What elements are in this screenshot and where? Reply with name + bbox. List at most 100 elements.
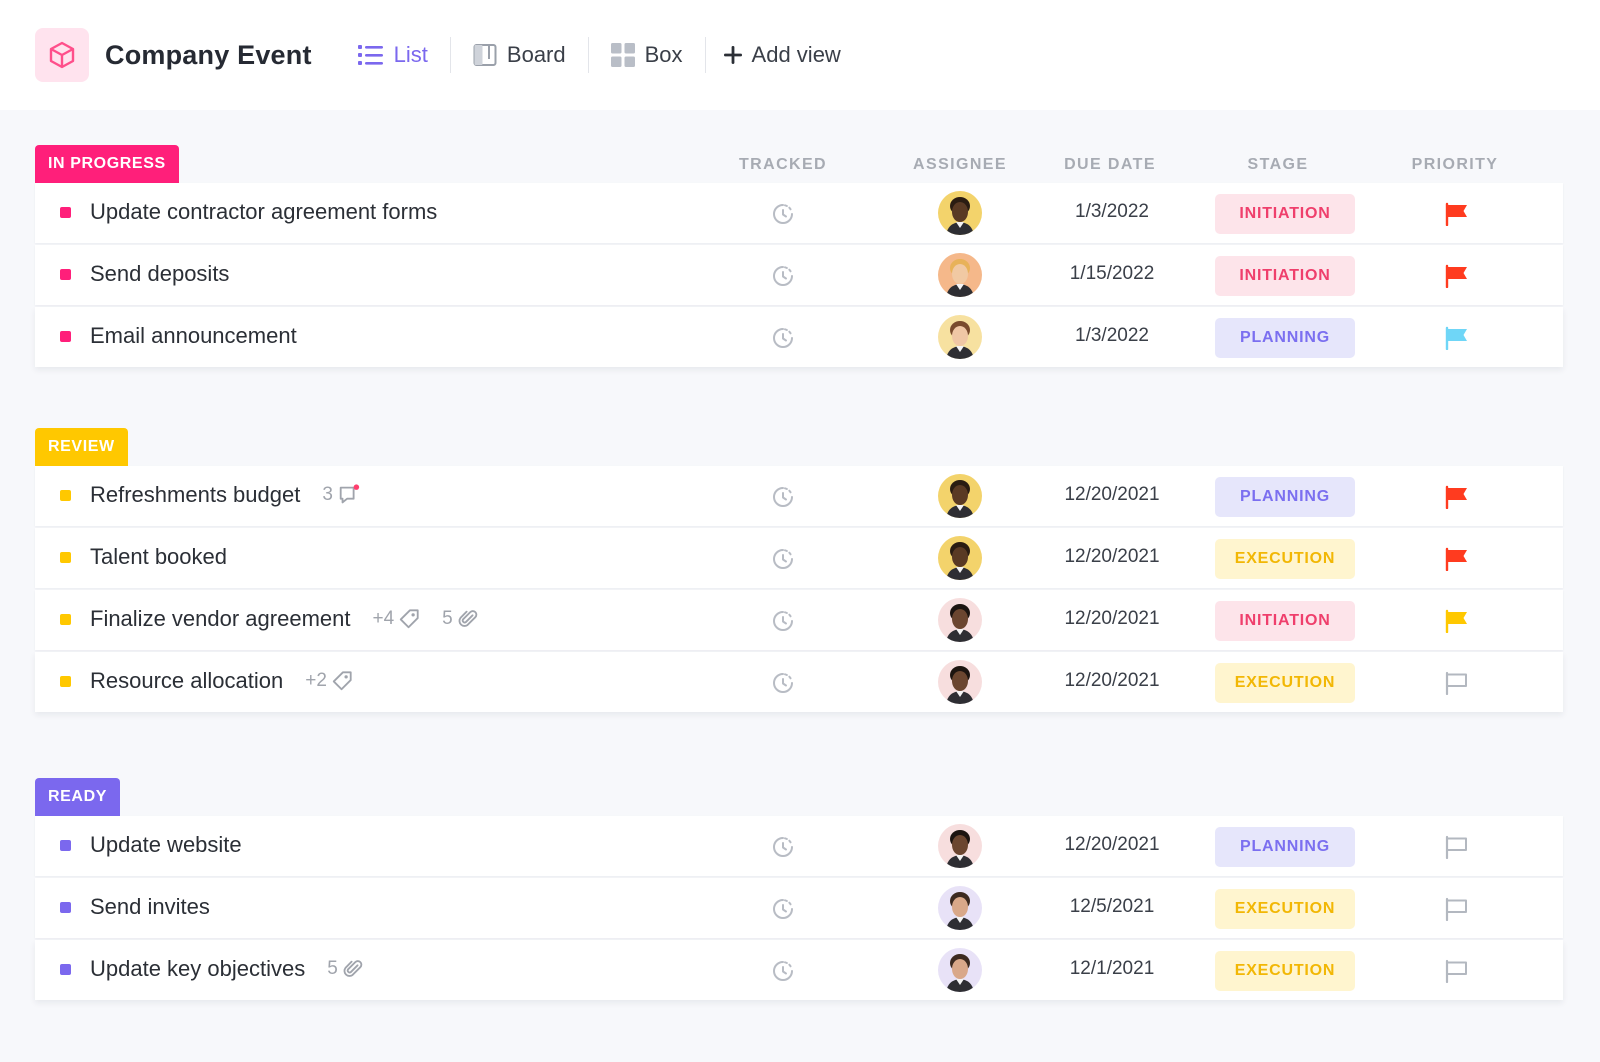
task-name[interactable]: Update key objectives bbox=[90, 956, 305, 982]
time-tracker-button[interactable] bbox=[771, 835, 795, 864]
due-date[interactable]: 12/1/2021 bbox=[1070, 958, 1155, 980]
table-row[interactable]: Finalize vendor agreement +4 5 12/20/2021 I… bbox=[35, 590, 1563, 650]
stage-badge[interactable]: EXECUTION bbox=[1215, 889, 1355, 929]
avatar[interactable] bbox=[938, 660, 982, 704]
stage-badge[interactable]: EXECUTION bbox=[1215, 951, 1355, 991]
table-row[interactable]: Talent booked 12/20/2021 EXECUTION bbox=[35, 528, 1563, 588]
task-name-cell[interactable]: Update key objectives 5 bbox=[90, 956, 364, 982]
column-header-stage[interactable]: STAGE bbox=[1248, 156, 1309, 174]
task-name-cell[interactable]: Refreshments budget 3 bbox=[90, 482, 361, 508]
task-name[interactable]: Send deposits bbox=[90, 261, 229, 287]
attachment-count[interactable]: 5 bbox=[327, 958, 364, 980]
priority-flag[interactable] bbox=[1444, 547, 1470, 576]
avatar[interactable] bbox=[938, 315, 982, 359]
stage-badge[interactable]: INITIATION bbox=[1215, 194, 1355, 234]
status-bullet[interactable] bbox=[60, 207, 71, 218]
status-bullet[interactable] bbox=[60, 840, 71, 851]
column-header-assignee[interactable]: ASSIGNEE bbox=[913, 156, 1007, 174]
status-bullet[interactable] bbox=[60, 902, 71, 913]
tag-count[interactable]: +4 bbox=[372, 608, 420, 630]
priority-flag[interactable] bbox=[1444, 202, 1470, 231]
avatar[interactable] bbox=[938, 253, 982, 297]
avatar[interactable] bbox=[938, 474, 982, 518]
table-row[interactable]: Send invites 12/5/2021 EXECUTION bbox=[35, 878, 1563, 938]
avatar[interactable] bbox=[938, 191, 982, 235]
time-tracker-button[interactable] bbox=[771, 202, 795, 231]
table-row[interactable]: Send deposits 1/15/2022 INITIATION bbox=[35, 245, 1563, 305]
column-header-priority[interactable]: PRIORITY bbox=[1412, 156, 1499, 174]
task-name-cell[interactable]: Send deposits bbox=[90, 261, 229, 287]
task-name[interactable]: Talent booked bbox=[90, 544, 227, 570]
priority-flag[interactable] bbox=[1444, 326, 1470, 355]
table-row[interactable]: Refreshments budget 3 12/20/2021 PLANNING bbox=[35, 466, 1563, 526]
status-bullet[interactable] bbox=[60, 269, 71, 280]
task-name[interactable]: Finalize vendor agreement bbox=[90, 606, 350, 632]
status-bullet[interactable] bbox=[60, 331, 71, 342]
time-tracker-button[interactable] bbox=[771, 959, 795, 988]
status-badge[interactable]: READY bbox=[35, 778, 121, 816]
status-bullet[interactable] bbox=[60, 614, 71, 625]
avatar[interactable] bbox=[938, 824, 982, 868]
task-name-cell[interactable]: Talent booked bbox=[90, 544, 227, 570]
priority-flag[interactable] bbox=[1444, 485, 1470, 514]
task-name-cell[interactable]: Finalize vendor agreement +4 5 bbox=[90, 606, 479, 632]
avatar[interactable] bbox=[938, 886, 982, 930]
priority-flag[interactable] bbox=[1444, 835, 1470, 864]
due-date[interactable]: 12/20/2021 bbox=[1064, 608, 1159, 630]
priority-flag[interactable] bbox=[1444, 959, 1470, 988]
column-header-due-date[interactable]: DUE DATE bbox=[1064, 156, 1156, 174]
task-name-cell[interactable]: Email announcement bbox=[90, 323, 297, 349]
stage-badge[interactable]: INITIATION bbox=[1215, 256, 1355, 296]
comment-count[interactable]: 3 bbox=[322, 483, 361, 507]
due-date[interactable]: 12/20/2021 bbox=[1064, 834, 1159, 856]
due-date[interactable]: 12/20/2021 bbox=[1064, 670, 1159, 692]
stage-badge[interactable]: PLANNING bbox=[1215, 318, 1355, 358]
status-bullet[interactable] bbox=[60, 552, 71, 563]
task-name-cell[interactable]: Send invites bbox=[90, 894, 210, 920]
cube-icon[interactable] bbox=[35, 28, 89, 82]
time-tracker-button[interactable] bbox=[771, 485, 795, 514]
task-name[interactable]: Resource allocation bbox=[90, 668, 283, 694]
time-tracker-button[interactable] bbox=[771, 547, 795, 576]
tag-count[interactable]: +2 bbox=[305, 670, 353, 692]
tab-list[interactable]: List bbox=[336, 37, 450, 73]
task-name[interactable]: Send invites bbox=[90, 894, 210, 920]
time-tracker-button[interactable] bbox=[771, 609, 795, 638]
stage-badge[interactable]: EXECUTION bbox=[1215, 663, 1355, 703]
tab-board[interactable]: Board bbox=[451, 37, 588, 73]
status-bullet[interactable] bbox=[60, 490, 71, 501]
column-header-tracked[interactable]: TRACKED bbox=[739, 156, 827, 174]
table-row[interactable]: Email announcement 1/3/2022 PLANNING bbox=[35, 307, 1563, 367]
due-date[interactable]: 1/15/2022 bbox=[1070, 263, 1155, 285]
time-tracker-button[interactable] bbox=[771, 264, 795, 293]
avatar[interactable] bbox=[938, 536, 982, 580]
task-name[interactable]: Refreshments budget bbox=[90, 482, 300, 508]
time-tracker-button[interactable] bbox=[771, 897, 795, 926]
due-date[interactable]: 12/20/2021 bbox=[1064, 484, 1159, 506]
stage-badge[interactable]: EXECUTION bbox=[1215, 539, 1355, 579]
table-row[interactable]: Update website 12/20/2021 PLANNING bbox=[35, 816, 1563, 876]
time-tracker-button[interactable] bbox=[771, 671, 795, 700]
task-name[interactable]: Email announcement bbox=[90, 323, 297, 349]
task-name[interactable]: Update contractor agreement forms bbox=[90, 199, 437, 225]
priority-flag[interactable] bbox=[1444, 609, 1470, 638]
due-date[interactable]: 1/3/2022 bbox=[1075, 201, 1149, 223]
status-bullet[interactable] bbox=[60, 964, 71, 975]
task-name[interactable]: Update website bbox=[90, 832, 242, 858]
add-view-button[interactable]: Add view bbox=[706, 37, 863, 73]
task-name-cell[interactable]: Update contractor agreement forms bbox=[90, 199, 437, 225]
priority-flag[interactable] bbox=[1444, 897, 1470, 926]
table-row[interactable]: Update contractor agreement forms 1/3/20… bbox=[35, 183, 1563, 243]
attachment-count[interactable]: 5 bbox=[442, 608, 479, 630]
avatar[interactable] bbox=[938, 598, 982, 642]
status-badge[interactable]: REVIEW bbox=[35, 428, 128, 466]
stage-badge[interactable]: PLANNING bbox=[1215, 827, 1355, 867]
due-date[interactable]: 12/20/2021 bbox=[1064, 546, 1159, 568]
due-date[interactable]: 12/5/2021 bbox=[1070, 896, 1155, 918]
stage-badge[interactable]: INITIATION bbox=[1215, 601, 1355, 641]
task-name-cell[interactable]: Resource allocation +2 bbox=[90, 668, 353, 694]
table-row[interactable]: Resource allocation +2 12/20/2021 EXECUTIO… bbox=[35, 652, 1563, 712]
due-date[interactable]: 1/3/2022 bbox=[1075, 325, 1149, 347]
status-bullet[interactable] bbox=[60, 676, 71, 687]
priority-flag[interactable] bbox=[1444, 671, 1470, 700]
